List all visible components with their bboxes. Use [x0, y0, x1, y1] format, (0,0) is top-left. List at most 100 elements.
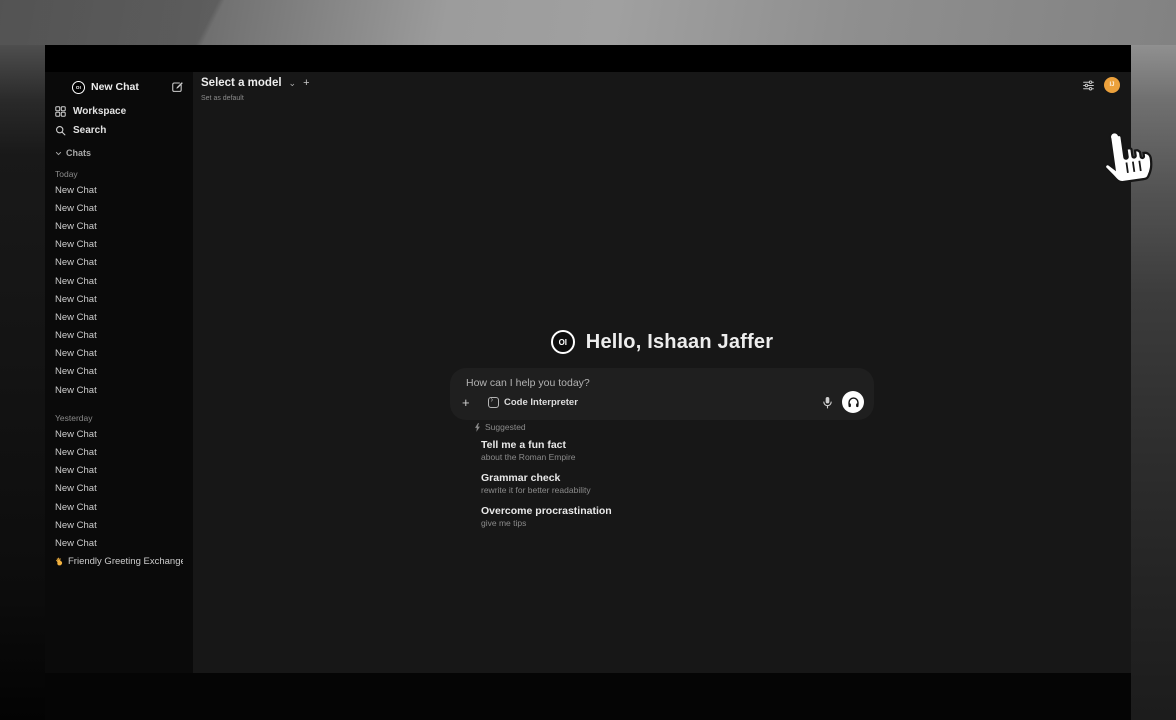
avatar-glyph: IJ: [1109, 82, 1114, 88]
desktop-background-left: [0, 45, 45, 720]
chat-list-item[interactable]: New Chat: [55, 217, 183, 235]
chat-list-item[interactable]: New Chat: [55, 462, 183, 480]
chat-list-item[interactable]: New Chat: [55, 381, 183, 399]
sidebar-item-search[interactable]: Search: [55, 121, 183, 140]
workspace-icon: [55, 106, 66, 117]
add-model-icon[interactable]: +: [303, 78, 309, 89]
sidebar-title: New Chat: [91, 81, 165, 93]
greeting-row: OI Hello, Ishaan Jaffer: [193, 330, 1131, 354]
chat-title: New Chat: [55, 221, 97, 232]
desktop: OI New Chat Workspace: [0, 0, 1176, 720]
desktop-background-wedge: [0, 0, 620, 45]
chevron-down-icon: [55, 150, 62, 157]
chat-list-item[interactable]: New Chat: [55, 534, 183, 552]
message-input[interactable]: [466, 377, 766, 389]
sidebar: OI New Chat Workspace: [45, 72, 193, 673]
chat-list-item[interactable]: New Chat: [55, 199, 183, 217]
chat-group-label: Today: [55, 164, 183, 179]
prompt-title: Overcome procrastination: [481, 505, 801, 518]
main-area: Select a model ⌄ + Set as default IJ: [193, 72, 1131, 673]
chat-title: New Chat: [55, 312, 97, 323]
chat-title: New Chat: [55, 185, 97, 196]
chat-list-item[interactable]: New Chat: [55, 443, 183, 461]
chat-list-item[interactable]: New Chat: [55, 327, 183, 345]
chat-title: New Chat: [55, 385, 97, 396]
prompt-list: Tell me a fun factabout the Roman Empire…: [481, 439, 801, 529]
prompt-title: Tell me a fun fact: [481, 439, 801, 452]
suggested-header: Suggested: [474, 421, 801, 433]
search-icon: [55, 125, 66, 136]
workspace-label: Workspace: [73, 106, 126, 117]
desktop-background-bottom: [45, 673, 1131, 720]
chat-title: New Chat: [55, 294, 97, 305]
message-composer[interactable]: + Code Interpreter: [450, 368, 874, 420]
chat-list-item[interactable]: New Chat: [55, 181, 183, 199]
suggested-prompt[interactable]: Grammar checkrewrite it for better reada…: [481, 472, 801, 496]
chat-groups: Today New Chat New Chat New Chat New Chat New…: [55, 161, 183, 571]
chat-list-item[interactable]: New Chat: [55, 272, 183, 290]
chat-list-item[interactable]: New Chat: [55, 254, 183, 272]
user-avatar[interactable]: IJ: [1104, 77, 1120, 93]
chat-title: New Chat: [55, 276, 97, 287]
chat-title: New Chat: [55, 203, 97, 214]
chat-title: New Chat: [55, 538, 97, 549]
chat-list-item[interactable]: New Chat: [55, 480, 183, 498]
controls-sliders-icon[interactable]: [1082, 79, 1095, 92]
prompt-subtitle: give me tips: [481, 518, 801, 529]
new-chat-icon[interactable]: [171, 81, 183, 93]
chat-list-item[interactable]: New Chat: [55, 516, 183, 534]
chat-list-item[interactable]: New Chat: [55, 425, 183, 443]
code-interpreter-label: Code Interpreter: [504, 397, 578, 408]
chat-title: New Chat: [55, 483, 97, 494]
code-interpreter-toggle[interactable]: Code Interpreter: [488, 397, 578, 408]
chat-title: New Chat: [55, 239, 97, 250]
greeting-text: Hello, Ishaan Jaffer: [586, 331, 773, 354]
chats-section-label: Chats: [66, 148, 91, 158]
chat-list-item[interactable]: Friendly Greeting Exchange: [55, 553, 183, 571]
chat-title: New Chat: [55, 447, 97, 458]
chats-section-toggle[interactable]: Chats: [55, 145, 183, 161]
prompt-title: Grammar check: [481, 472, 801, 485]
greeting-logo-icon: OI: [551, 330, 575, 354]
terminal-icon: [488, 397, 499, 408]
set-as-default-link[interactable]: Set as default: [201, 95, 244, 102]
search-label: Search: [73, 125, 106, 136]
microphone-icon[interactable]: [822, 396, 833, 409]
chat-title: Friendly Greeting Exchange: [68, 556, 183, 567]
desktop-background-right: [1131, 45, 1176, 720]
chat-title: New Chat: [55, 330, 97, 341]
chat-title: New Chat: [55, 520, 97, 531]
voice-call-button[interactable]: [842, 391, 864, 413]
window-titlebar: [45, 45, 1131, 72]
chat-title: New Chat: [55, 366, 97, 377]
prompt-subtitle: rewrite it for better readability: [481, 485, 801, 496]
chat-list-item[interactable]: New Chat: [55, 363, 183, 381]
prompt-subtitle: about the Roman Empire: [481, 452, 801, 463]
waving-hand-icon: [55, 557, 64, 566]
sidebar-toggle-icon[interactable]: [55, 82, 66, 91]
header-actions: IJ: [1082, 77, 1120, 93]
chat-title: New Chat: [55, 348, 97, 359]
suggested-prompt[interactable]: Overcome procrastinationgive me tips: [481, 505, 801, 529]
model-selector-label[interactable]: Select a model: [201, 77, 282, 89]
suggested-label: Suggested: [485, 422, 526, 432]
suggested-prompts: Suggested Tell me a fun factabout the Ro…: [481, 421, 801, 538]
chat-list-item[interactable]: New Chat: [55, 308, 183, 326]
bolt-icon: [474, 423, 481, 432]
suggested-prompt[interactable]: Tell me a fun factabout the Roman Empire: [481, 439, 801, 463]
chat-list-item[interactable]: New Chat: [55, 290, 183, 308]
chat-title: New Chat: [55, 257, 97, 268]
model-selector[interactable]: Select a model ⌄ +: [201, 77, 310, 89]
chat-title: New Chat: [55, 502, 97, 513]
app-logo-icon: OI: [72, 81, 85, 94]
chat-list-item[interactable]: New Chat: [55, 498, 183, 516]
chat-group-label: Yesterday: [55, 408, 183, 423]
sidebar-item-workspace[interactable]: Workspace: [55, 102, 183, 121]
attach-plus-icon[interactable]: +: [462, 395, 480, 410]
model-chevron-icon[interactable]: ⌄: [289, 79, 297, 88]
chat-list-item[interactable]: New Chat: [55, 345, 183, 363]
headphones-icon: [847, 396, 860, 409]
chat-list-item[interactable]: New Chat: [55, 236, 183, 254]
sidebar-header: OI New Chat: [55, 78, 183, 96]
composer-toolbar: + Code Interpreter: [462, 391, 864, 413]
